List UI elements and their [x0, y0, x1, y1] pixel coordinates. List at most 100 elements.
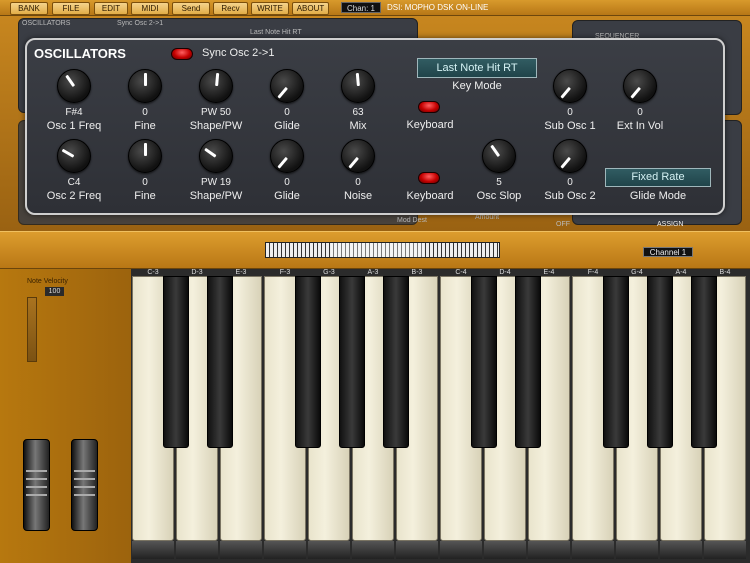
about-button[interactable]: ABOUT: [292, 2, 329, 15]
keyboard-range-selector[interactable]: [265, 242, 500, 258]
background-assign-label: ASSIGN: [657, 221, 684, 228]
osc2-freq-value: C4: [67, 177, 81, 188]
black-key[interactable]: [339, 276, 365, 448]
keyboard1-led-button[interactable]: [418, 101, 440, 113]
note-velocity-value: 100: [45, 287, 64, 296]
sub-osc2-value: 0: [567, 177, 573, 188]
midi-button[interactable]: MIDI: [131, 2, 169, 15]
white-key-front: [396, 541, 438, 559]
key-mode-display[interactable]: Last Note Hit RT: [417, 58, 537, 78]
sub-osc2-label: Sub Osc 2: [544, 190, 596, 202]
black-key[interactable]: [163, 276, 189, 448]
white-key-front: [352, 541, 394, 559]
osc1-shape-value: PW 50: [200, 107, 231, 118]
white-key-front: [616, 541, 658, 559]
black-key[interactable]: [207, 276, 233, 448]
osc-slop-knob[interactable]: [482, 139, 516, 173]
black-key[interactable]: [603, 276, 629, 448]
osc1-freq-knob[interactable]: [57, 69, 91, 103]
mix-knob[interactable]: [341, 69, 375, 103]
background-mod-dest: Mod Dest: [397, 217, 427, 224]
sub-osc1-value: 0: [567, 107, 573, 118]
key-label: C-4: [455, 269, 467, 276]
sync-led-button[interactable]: [171, 48, 193, 60]
background-last-note: Last Note Hit RT: [250, 29, 302, 36]
mix-value: 63: [352, 107, 364, 118]
key-label: C-3: [147, 269, 159, 276]
osc-slop-value: 5: [496, 177, 502, 188]
mod-wheel[interactable]: [71, 439, 98, 531]
key-label: A-4: [675, 269, 687, 276]
key-label: G-4: [631, 269, 643, 276]
key-mode-label: Key Mode: [452, 80, 502, 92]
key-label: D-3: [191, 269, 203, 276]
white-key-front: [484, 541, 526, 559]
file-button[interactable]: FILE: [52, 2, 90, 15]
black-key[interactable]: [471, 276, 497, 448]
key-label: E-4: [543, 269, 555, 276]
key-label: B-4: [719, 269, 731, 276]
noise-value: 0: [355, 177, 361, 188]
osc1-glide-knob[interactable]: [270, 69, 304, 103]
white-key-front: [308, 541, 350, 559]
channel-indicator: Chan: 1: [341, 2, 381, 13]
key-label: F-3: [279, 269, 291, 276]
write-button[interactable]: WRITE: [251, 2, 289, 15]
performance-controls: [0, 269, 131, 563]
background-amount: Amount: [475, 214, 500, 221]
sync-label: Sync Osc 2->1: [202, 47, 275, 59]
black-key[interactable]: [647, 276, 673, 448]
panel-title: OSCILLATORS: [34, 46, 126, 61]
ext-in-vol-value: 0: [637, 107, 643, 118]
key-label: E-3: [235, 269, 247, 276]
note-velocity-label: Note Velocity: [27, 278, 68, 285]
black-key[interactable]: [295, 276, 321, 448]
note-velocity-slider[interactable]: [27, 297, 37, 362]
ext-in-vol-label: Ext In Vol: [616, 120, 664, 132]
keyboard-channel-indicator: Channel 1: [643, 247, 693, 257]
send-button[interactable]: Send: [172, 2, 210, 15]
background-osc-title: OSCILLATORS: [22, 20, 71, 27]
sub-osc2-knob[interactable]: [553, 139, 587, 173]
connection-status: DSI: MOPHO DSK ON-LINE: [387, 3, 489, 12]
osc1-glide-value: 0: [284, 107, 290, 118]
keyboard2-led-button[interactable]: [418, 172, 440, 184]
black-key[interactable]: [691, 276, 717, 448]
white-key-front: [176, 541, 218, 559]
key-label: G-3: [323, 269, 335, 276]
white-key-front: [220, 541, 262, 559]
background-sync-label: Sync Osc 2->1: [117, 20, 164, 27]
osc2-glide-knob[interactable]: [270, 139, 304, 173]
osc1-fine-value: 0: [142, 107, 148, 118]
key-label: B-3: [411, 269, 423, 276]
osc1-freq-value: F#4: [65, 107, 83, 118]
key-label: A-3: [367, 269, 379, 276]
ext-in-vol-knob[interactable]: [623, 69, 657, 103]
white-key-front: [264, 541, 306, 559]
sub-osc1-knob[interactable]: [553, 69, 587, 103]
white-key-front: [660, 541, 702, 559]
pitch-wheel[interactable]: [23, 439, 50, 531]
key-label: D-4: [499, 269, 511, 276]
black-key[interactable]: [383, 276, 409, 448]
bank-button[interactable]: BANK: [10, 2, 48, 15]
white-key-front: [704, 541, 746, 559]
osc2-fine-value: 0: [142, 177, 148, 188]
osc1-shape-knob[interactable]: [199, 69, 233, 103]
keyboard1-label: Keyboard: [406, 119, 454, 131]
noise-knob[interactable]: [341, 139, 375, 173]
key-label: F-4: [587, 269, 599, 276]
white-key-front: [132, 541, 174, 559]
osc2-freq-knob[interactable]: [57, 139, 91, 173]
osc1-fine-knob[interactable]: [128, 69, 162, 103]
glide-mode-display[interactable]: Fixed Rate: [605, 168, 711, 187]
osc2-shape-knob[interactable]: [199, 139, 233, 173]
edit-button[interactable]: EDIT: [94, 2, 128, 15]
white-key-front: [440, 541, 482, 559]
background-off: OFF: [556, 221, 570, 228]
white-key-front: [572, 541, 614, 559]
osc2-fine-knob[interactable]: [128, 139, 162, 173]
black-key[interactable]: [515, 276, 541, 448]
glide-mode-label: Glide Mode: [629, 190, 687, 202]
recv-button[interactable]: Recv: [213, 2, 248, 15]
